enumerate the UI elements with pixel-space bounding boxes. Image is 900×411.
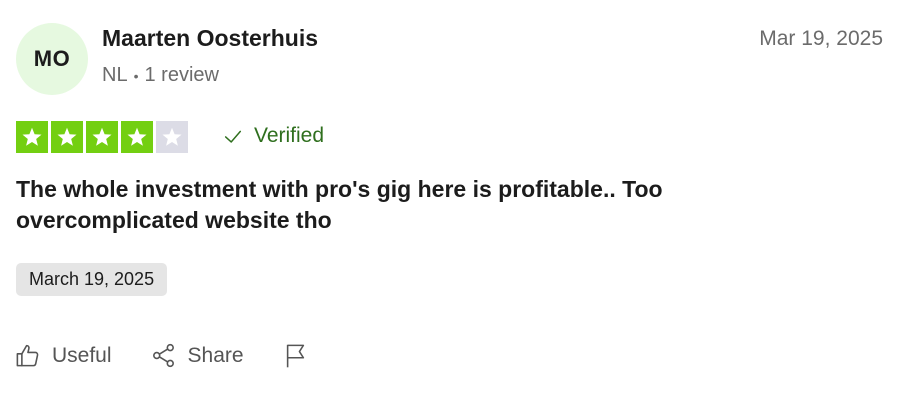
experience-date: March 19, 2025 xyxy=(29,269,155,289)
star-rating xyxy=(16,121,188,153)
reviewer-country: NL xyxy=(102,64,128,86)
review-card: MO Maarten Oosterhuis NL • 1 review Mar … xyxy=(0,0,900,411)
report-button[interactable] xyxy=(282,342,309,369)
useful-button[interactable]: Useful xyxy=(14,342,112,369)
experience-date-badge: March 19, 2025 xyxy=(16,263,168,296)
checkmark-icon xyxy=(224,130,242,143)
star-filled xyxy=(16,121,48,153)
meta-separator: • xyxy=(133,67,139,84)
share-button[interactable]: Share xyxy=(150,342,244,369)
star-filled xyxy=(86,121,118,153)
avatar[interactable]: MO xyxy=(16,23,88,95)
star-filled xyxy=(51,121,83,153)
avatar-initials: MO xyxy=(33,46,71,71)
reviewer-meta: NL • 1 review xyxy=(102,64,219,87)
reviewer-review-count: 1 review xyxy=(144,64,219,86)
star-icon xyxy=(57,127,77,146)
useful-label: Useful xyxy=(52,343,112,367)
star-icon xyxy=(22,127,42,146)
review-actions: Useful Share xyxy=(14,342,347,369)
review-title[interactable]: The whole investment with pro's gig here… xyxy=(16,174,776,236)
share-label: Share xyxy=(187,343,244,367)
thumbs-up-icon xyxy=(16,344,39,367)
flag-icon xyxy=(286,344,304,368)
star-icon xyxy=(92,127,112,146)
share-icon xyxy=(152,343,174,368)
star-empty xyxy=(156,121,188,153)
star-icon xyxy=(162,127,182,146)
verified-badge[interactable]: Verified xyxy=(222,124,324,148)
reviewer-name[interactable]: Maarten Oosterhuis xyxy=(102,25,318,52)
review-date: Mar 19, 2025 xyxy=(759,27,883,50)
star-filled xyxy=(121,121,153,153)
star-icon xyxy=(127,127,147,146)
verified-label: Verified xyxy=(254,124,325,147)
